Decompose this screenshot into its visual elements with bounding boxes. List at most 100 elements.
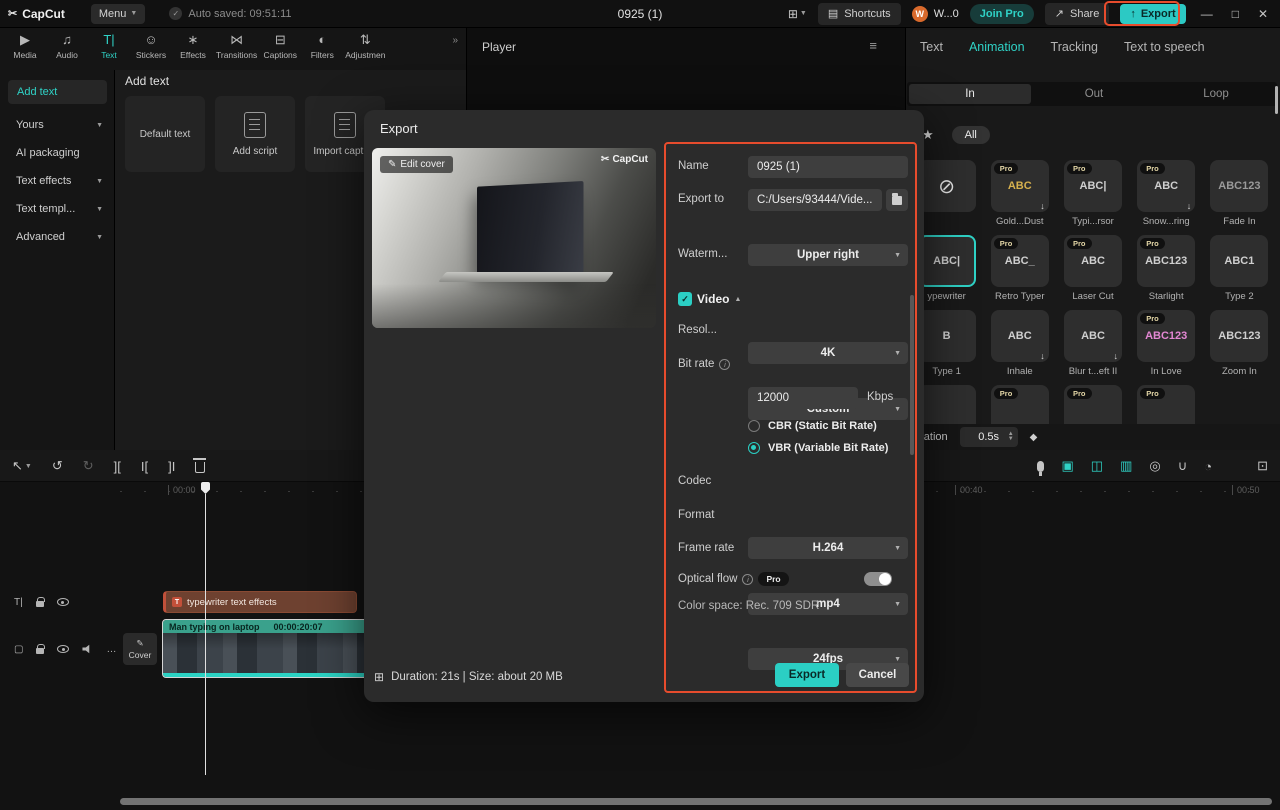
record-voiceover-icon[interactable] (1037, 460, 1045, 476)
export-confirm-button[interactable]: Export (775, 663, 839, 687)
rail-item-advanced[interactable]: Advanced ▼ (0, 224, 115, 250)
main-track-magnet-icon[interactable]: ▣ (1061, 458, 1073, 474)
codec-dropdown[interactable]: H.264 ▼ (748, 537, 908, 559)
rail-item-text-effects[interactable]: Text effects ▼ (0, 168, 115, 194)
tab-captions[interactable]: ⊟ Captions (259, 33, 301, 61)
subtab-loop[interactable]: Loop (1155, 82, 1277, 106)
split-icon[interactable]: ][ (114, 459, 121, 474)
minimize-button[interactable]: — (1197, 7, 1217, 21)
dialog-scrollbar[interactable] (910, 295, 914, 455)
cancel-button[interactable]: Cancel (846, 663, 909, 687)
tab-media[interactable]: ▶ Media (4, 33, 46, 61)
cbr-radio[interactable] (748, 420, 760, 432)
visibility-icon[interactable] (56, 598, 69, 606)
topbar-right: ⊞ ▼ ▤ Shortcuts W W...0 Join Pro ↗ Share … (788, 2, 1272, 25)
animation-item[interactable]: ABC ↓ Inhale (987, 310, 1053, 377)
tab-filters[interactable]: ◐ Filters (301, 33, 343, 61)
magnet-icon[interactable]: ∪ (1178, 458, 1188, 474)
auto-snap-icon[interactable]: ◫ (1091, 458, 1103, 474)
bitrate-custom-input[interactable] (748, 387, 858, 409)
export-button[interactable]: ↑ Export (1120, 3, 1186, 24)
join-pro-button[interactable]: Join Pro (969, 3, 1034, 24)
animation-item[interactable]: Pro ABC123 Starlight (1133, 235, 1199, 302)
keyframe-icon[interactable]: ◆ (1030, 432, 1038, 443)
tab-audio[interactable]: ♫ Audio (46, 33, 88, 61)
preview-axis-icon[interactable]: ◎ (1149, 458, 1160, 474)
rail-item-ai-packaging[interactable]: AI packaging (0, 140, 115, 166)
more-options-icon[interactable]: … (106, 644, 116, 655)
animation-item-partial[interactable]: Pro (987, 385, 1053, 424)
render-gauge-icon[interactable]: ◔ (1204, 459, 1212, 474)
expand-tabs-icon[interactable]: » (452, 33, 464, 46)
linking-icon[interactable]: ▥ (1120, 458, 1132, 474)
animation-item[interactable]: ABC123 Fade In (1206, 160, 1272, 227)
name-input[interactable] (748, 156, 908, 178)
delete-icon[interactable] (193, 458, 207, 473)
animation-item[interactable]: Pro ABC ↓ Snow...ring (1133, 160, 1199, 227)
filter-all-chip[interactable]: All (951, 126, 990, 144)
zoom-fit-icon[interactable]: ⊡ (1257, 458, 1268, 474)
tab-transitions[interactable]: ⋈ Transitions (214, 33, 259, 61)
animation-item[interactable]: ABC1 Type 2 (1206, 235, 1272, 302)
optical-flow-toggle[interactable] (864, 572, 892, 586)
browse-folder-button[interactable] (886, 189, 908, 211)
tab-text-to-speech[interactable]: Text to speech (1124, 40, 1205, 54)
tab-text-settings[interactable]: Text (920, 40, 943, 54)
close-button[interactable]: ✕ (1254, 7, 1272, 21)
default-text-card[interactable]: Default text (125, 96, 205, 172)
subtab-out[interactable]: Out (1033, 82, 1155, 106)
tab-animation[interactable]: Animation (969, 40, 1025, 54)
undo-icon[interactable]: ↺ (52, 458, 63, 474)
lock-icon[interactable] (36, 644, 46, 654)
cover-button[interactable]: ✎ Cover (123, 633, 157, 665)
vbr-radio[interactable] (748, 442, 760, 454)
stepper-arrows-icon[interactable]: ▲ ▼ (1008, 431, 1014, 442)
video-checkbox[interactable]: ✓ (678, 292, 692, 306)
shortcuts-button[interactable]: ▤ Shortcuts (817, 2, 901, 25)
edit-cover-button[interactable]: ✎ Edit cover (380, 156, 453, 173)
animation-item-partial[interactable]: Pro (1060, 385, 1126, 424)
animation-item[interactable]: ABC123 Zoom In (1206, 310, 1272, 377)
visibility-icon[interactable] (57, 645, 70, 653)
animation-item[interactable]: Pro ABC| Typi...rsor (1060, 160, 1126, 227)
collapse-caret-icon[interactable]: ▲ (734, 296, 741, 303)
mute-icon[interactable] (82, 644, 90, 654)
add-text-button[interactable]: Add text (8, 80, 107, 104)
tab-tracking[interactable]: Tracking (1051, 40, 1098, 54)
resolution-dropdown[interactable]: 4K ▼ (748, 342, 908, 364)
delete-right-icon[interactable]: ]I (168, 459, 175, 474)
lock-icon[interactable] (35, 597, 45, 607)
layout-switch-icon[interactable]: ⊞ ▼ (788, 7, 807, 21)
export-path-input[interactable] (748, 189, 882, 211)
user-name[interactable]: W...0 (934, 8, 959, 20)
select-tool-icon[interactable]: ↖ ▼ (12, 458, 32, 474)
animation-item[interactable]: Pro ABC123 In Love (1133, 310, 1199, 377)
right-panel-scrollbar[interactable] (1275, 86, 1278, 114)
delete-left-icon[interactable]: I[ (141, 459, 148, 474)
add-script-card[interactable]: Add script (215, 96, 295, 172)
animation-item-partial[interactable]: Pro (1133, 385, 1199, 424)
cbr-radio-row[interactable]: CBR (Static Bit Rate) (748, 420, 877, 432)
animation-item[interactable]: ABC ↓ Blur t...eft II (1060, 310, 1126, 377)
rail-item-yours[interactable]: Yours ▼ (0, 112, 115, 138)
text-clip[interactable]: T typewriter text effects (163, 591, 357, 613)
tab-effects[interactable]: ∗ Effects (172, 33, 214, 61)
animation-item[interactable]: Pro ABC_ Retro Typer (987, 235, 1053, 302)
user-avatar[interactable]: W (911, 5, 928, 22)
duration-stepper[interactable]: 0.5s ▲ ▼ (959, 427, 1018, 447)
tab-stickers[interactable]: ☺ Stickers (130, 33, 172, 61)
share-button[interactable]: ↗ Share (1044, 2, 1110, 25)
rail-item-text-templates[interactable]: Text templ... ▼ (0, 196, 115, 222)
vbr-radio-row[interactable]: VBR (Variable Bit Rate) (748, 442, 888, 454)
timeline-horizontal-scrollbar[interactable] (120, 798, 1272, 805)
animation-item[interactable]: Pro ABC ↓ Gold...Dust (987, 160, 1053, 227)
maximize-button[interactable]: □ (1228, 7, 1243, 21)
watermark-dropdown[interactable]: Upper right ▼ (748, 244, 908, 266)
redo-icon[interactable]: ↻ (83, 458, 94, 474)
tab-adjustment[interactable]: ⇅ Adjustmen (343, 33, 387, 61)
menu-button[interactable]: Menu ▼ (90, 3, 146, 24)
player-menu-icon[interactable]: ≡ (869, 38, 877, 53)
tab-text[interactable]: T| Text (88, 33, 130, 61)
animation-item[interactable]: Pro ABC Laser Cut (1060, 235, 1126, 302)
subtab-in[interactable]: In (909, 84, 1031, 104)
